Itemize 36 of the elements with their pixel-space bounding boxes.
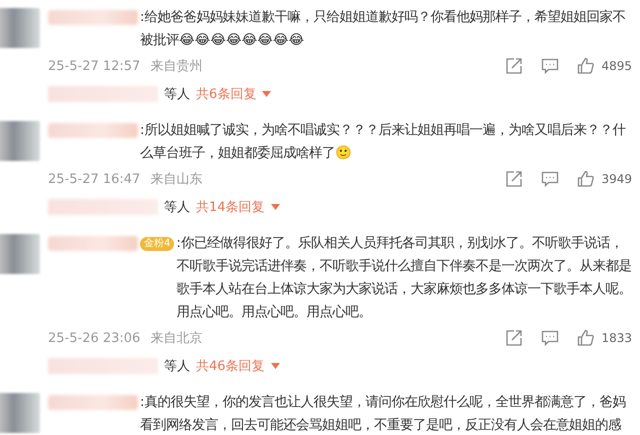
view-replies-link[interactable]: 共46条回复	[196, 357, 265, 375]
view-replies-link[interactable]: 共14条回复	[196, 198, 265, 216]
like-icon[interactable]	[577, 170, 596, 188]
like-count: 3949	[601, 172, 632, 186]
share-icon[interactable]	[505, 329, 524, 347]
avatar-placeholder[interactable]	[0, 8, 40, 48]
avatar-placeholder[interactable]	[0, 234, 40, 274]
like-icon[interactable]	[577, 57, 596, 75]
comment-text: :给她爸爸妈妈妹妹道歉干嘛，只给姐姐道歉好吗？你看他妈那样子，希望姐姐回家不被批评😂😂😂😂😂😂😂😂	[140, 8, 627, 50]
share-icon[interactable]	[505, 57, 524, 75]
caret-icon	[270, 204, 280, 210]
comment-time: 25-5-27 16:47	[48, 172, 140, 186]
comment-location: 来自贵州	[150, 58, 202, 75]
replies-others-text: 等人	[164, 358, 190, 375]
caret-icon	[262, 91, 272, 97]
view-replies-link[interactable]: 共6条回复	[196, 85, 256, 103]
comment-text: :真的很失望，你的发言也让人很失望，请问你在欣慰什么呢，全世界都满意了，爸妈看到网络发言，回去可能还会骂姐姐吧，不重要了是吧，反正没有人会在意姐姐的感	[140, 394, 627, 435]
replies-others-text: 等人	[164, 199, 190, 216]
like-icon[interactable]	[577, 329, 596, 347]
like-count: 4895	[601, 59, 632, 73]
comment-location: 来自北京	[150, 330, 202, 347]
share-icon[interactable]	[505, 170, 524, 188]
comment-icon[interactable]	[541, 170, 560, 188]
comment-icon[interactable]	[541, 57, 560, 75]
replies-others-text: 等人	[164, 86, 190, 103]
comment-time: 25-5-27 12:57	[48, 58, 140, 74]
caret-icon	[270, 363, 280, 369]
comment-location: 来自山东	[150, 171, 202, 188]
avatar-placeholder[interactable]	[0, 121, 40, 161]
comment-icon[interactable]	[541, 329, 560, 347]
fan-badge: 金粉4	[140, 236, 174, 250]
like-count: 1833	[601, 331, 632, 345]
avatar-placeholder[interactable]	[0, 393, 40, 433]
comment-text: :你已经做得很好了。乐队相关人员拜托各司其职，别划水了。不听歌手说话，不听歌手说完话进伴奏，不听歌手说什么擅自下伴奏不是一次两次了。从来都是歌手本人站在台上体谅大家为大家说话，大家麻烦也多多体谅一下歌手本人呢。用点心吧。用点心吧。用点心吧。	[176, 234, 632, 322]
comment-text: :所以姐姐喊了诚实，为啥不唱诚实？？？后来让姐姐再唱一遍，为啥又唱后来？？什么草台班子，姐姐都委屈成啥样了🙂	[140, 122, 627, 163]
comment-time: 25-5-26 23:06	[48, 330, 140, 346]
